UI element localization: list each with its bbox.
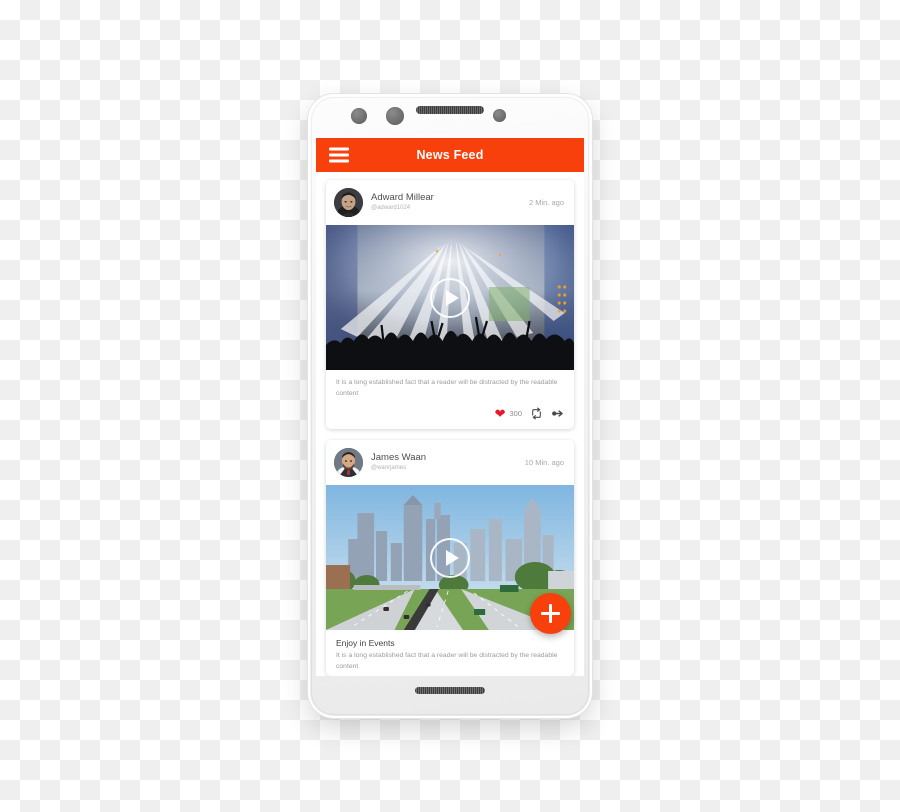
phone-screen: News Feed Adward Millear @adward1024 2 M… xyxy=(316,138,584,676)
post-body: It is a long established fact that a rea… xyxy=(326,370,574,403)
earpiece-speaker-icon xyxy=(416,106,484,114)
post-body: Enjoy in Events It is a long established… xyxy=(326,630,574,676)
post-author-name: Adward Millear xyxy=(371,192,434,204)
page-title: News Feed xyxy=(416,148,484,162)
post-author-handle: @adward1024 xyxy=(371,205,411,212)
app-bar: News Feed xyxy=(316,138,584,172)
post-header: Adward Millear @adward1024 2 Min. ago xyxy=(326,180,574,225)
share-button[interactable] xyxy=(551,407,564,420)
avatar[interactable] xyxy=(334,448,363,478)
avatar[interactable] xyxy=(334,188,363,217)
post-timestamp: 10 Min. ago xyxy=(524,458,564,468)
post-timestamp: 2 Min. ago xyxy=(528,198,564,207)
proximity-sensor-icon xyxy=(493,109,506,122)
post-author-block: James Waan @wanrjames xyxy=(371,452,517,472)
play-button-icon[interactable] xyxy=(430,277,470,318)
play-button-icon[interactable] xyxy=(430,537,470,578)
phone-device-frame: News Feed Adward Millear @adward1024 2 M… xyxy=(308,94,592,718)
post-media-video[interactable] xyxy=(326,225,574,370)
sensor-icon xyxy=(386,107,404,125)
post-text: It is a long established fact that a rea… xyxy=(336,379,558,397)
post-title: Enjoy in Events xyxy=(336,638,395,649)
list-item[interactable]: Adward Millear @adward1024 2 Min. ago It… xyxy=(326,180,574,430)
like-count: 300 xyxy=(509,409,522,419)
post-actions: ❤ 300 xyxy=(326,403,574,429)
like-button[interactable]: ❤ 300 xyxy=(495,407,522,420)
phone-top-bezel xyxy=(308,94,592,138)
post-author-name: James Waan xyxy=(371,452,427,464)
post-text: It is a long established fact that a rea… xyxy=(336,652,558,670)
post-author-block: Adward Millear @adward1024 xyxy=(371,192,521,212)
add-post-button[interactable] xyxy=(530,593,571,634)
hamburger-menu-icon[interactable] xyxy=(329,147,349,163)
post-header: James Waan @wanrjames 10 Min. ago xyxy=(326,440,574,485)
post-author-handle: @wanrjames xyxy=(371,465,407,472)
heart-icon: ❤ xyxy=(494,406,506,422)
bottom-speaker-icon xyxy=(415,687,485,694)
front-camera-icon xyxy=(351,108,367,124)
repost-button[interactable] xyxy=(530,407,543,420)
list-item[interactable]: James Waan @wanrjames 10 Min. ago Enjoy … xyxy=(326,440,574,676)
retweet-icon xyxy=(532,407,541,420)
share-arrow-icon xyxy=(552,410,563,417)
